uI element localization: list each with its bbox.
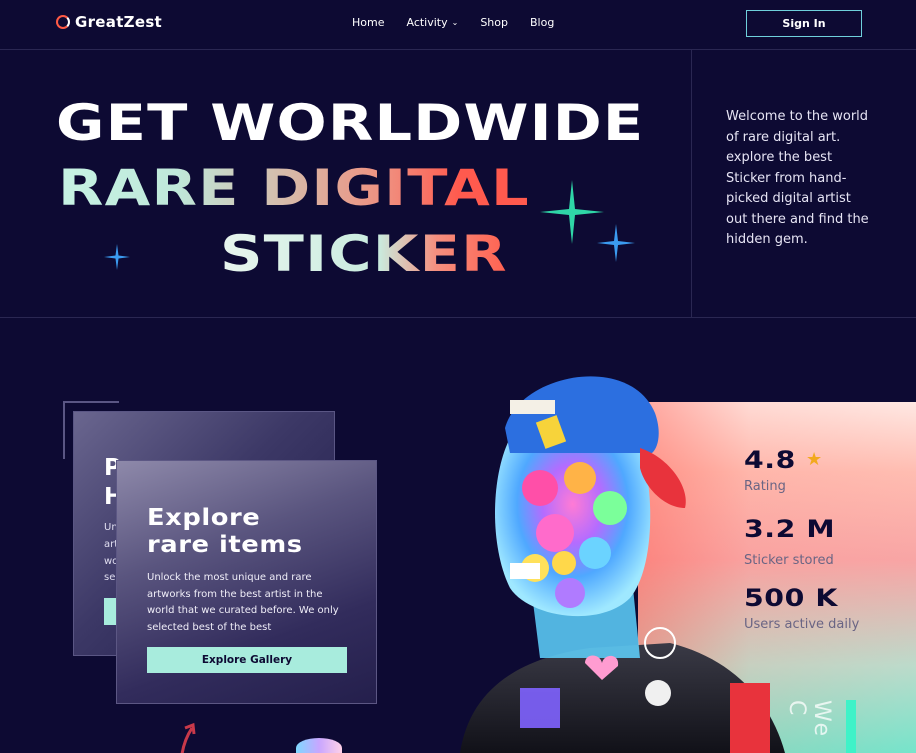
explore-card-title-line-2: rare items [147, 532, 303, 558]
hero-heading-line-3: STICKER [220, 225, 508, 283]
brand-name: GreatZest [75, 13, 163, 31]
sticker-figure-artwork [460, 376, 785, 753]
chevron-down-icon: ⌄ [451, 18, 459, 27]
main-menu: Home Activity ⌄ Shop Blog [352, 16, 554, 29]
active-users-value: 500 K [744, 584, 838, 612]
explore-card-description: Unlock the most unique and rare artworks… [147, 572, 339, 633]
hero-heading-line-2: RARE DIGITAL [58, 159, 530, 217]
nav-item-blog[interactable]: Blog [530, 16, 554, 29]
nav-item-home[interactable]: Home [352, 16, 384, 29]
stickers-stored-label: Sticker stored [744, 553, 834, 568]
logo-mark-icon [56, 15, 70, 29]
teal-accent-bar [846, 700, 856, 753]
sparkle-large-icon [540, 180, 604, 244]
brand-logo[interactable]: GreatZest [56, 13, 162, 31]
hero-heading-line-1: GET WORLDWIDE [56, 94, 645, 152]
explore-card-title-line-1: Explore [147, 505, 261, 531]
nav-item-activity-label: Activity [406, 16, 448, 29]
hero-horizontal-divider [0, 317, 916, 318]
top-navigation: GreatZest Home Activity ⌄ Shop Blog Sign… [0, 0, 916, 50]
back-card-text-4: se [104, 572, 116, 583]
arrow-up-icon [180, 722, 196, 753]
explore-card-title: Explore rare items [147, 505, 393, 559]
welcome-text: Welcome to the world of rare digital art… [726, 109, 869, 247]
stickers-stored-value: 3.2 M [744, 515, 836, 543]
star-icon: ★ [806, 449, 823, 470]
nav-item-shop[interactable]: Shop [480, 16, 508, 29]
sparkle-medium-icon [597, 224, 635, 262]
active-users-label: Users active daily [744, 617, 860, 632]
hero-vertical-divider [691, 50, 692, 317]
nav-item-activity[interactable]: Activity ⌄ [406, 16, 458, 29]
rating-label: Rating [744, 479, 786, 494]
vertical-text: We C [784, 700, 834, 738]
sign-in-button[interactable]: Sign In [746, 10, 862, 37]
sparkle-small-icon [104, 244, 130, 270]
holographic-sticker [296, 738, 342, 753]
explore-gallery-button[interactable]: Explore Gallery [147, 647, 347, 673]
rating-value: 4.8 [744, 446, 796, 474]
